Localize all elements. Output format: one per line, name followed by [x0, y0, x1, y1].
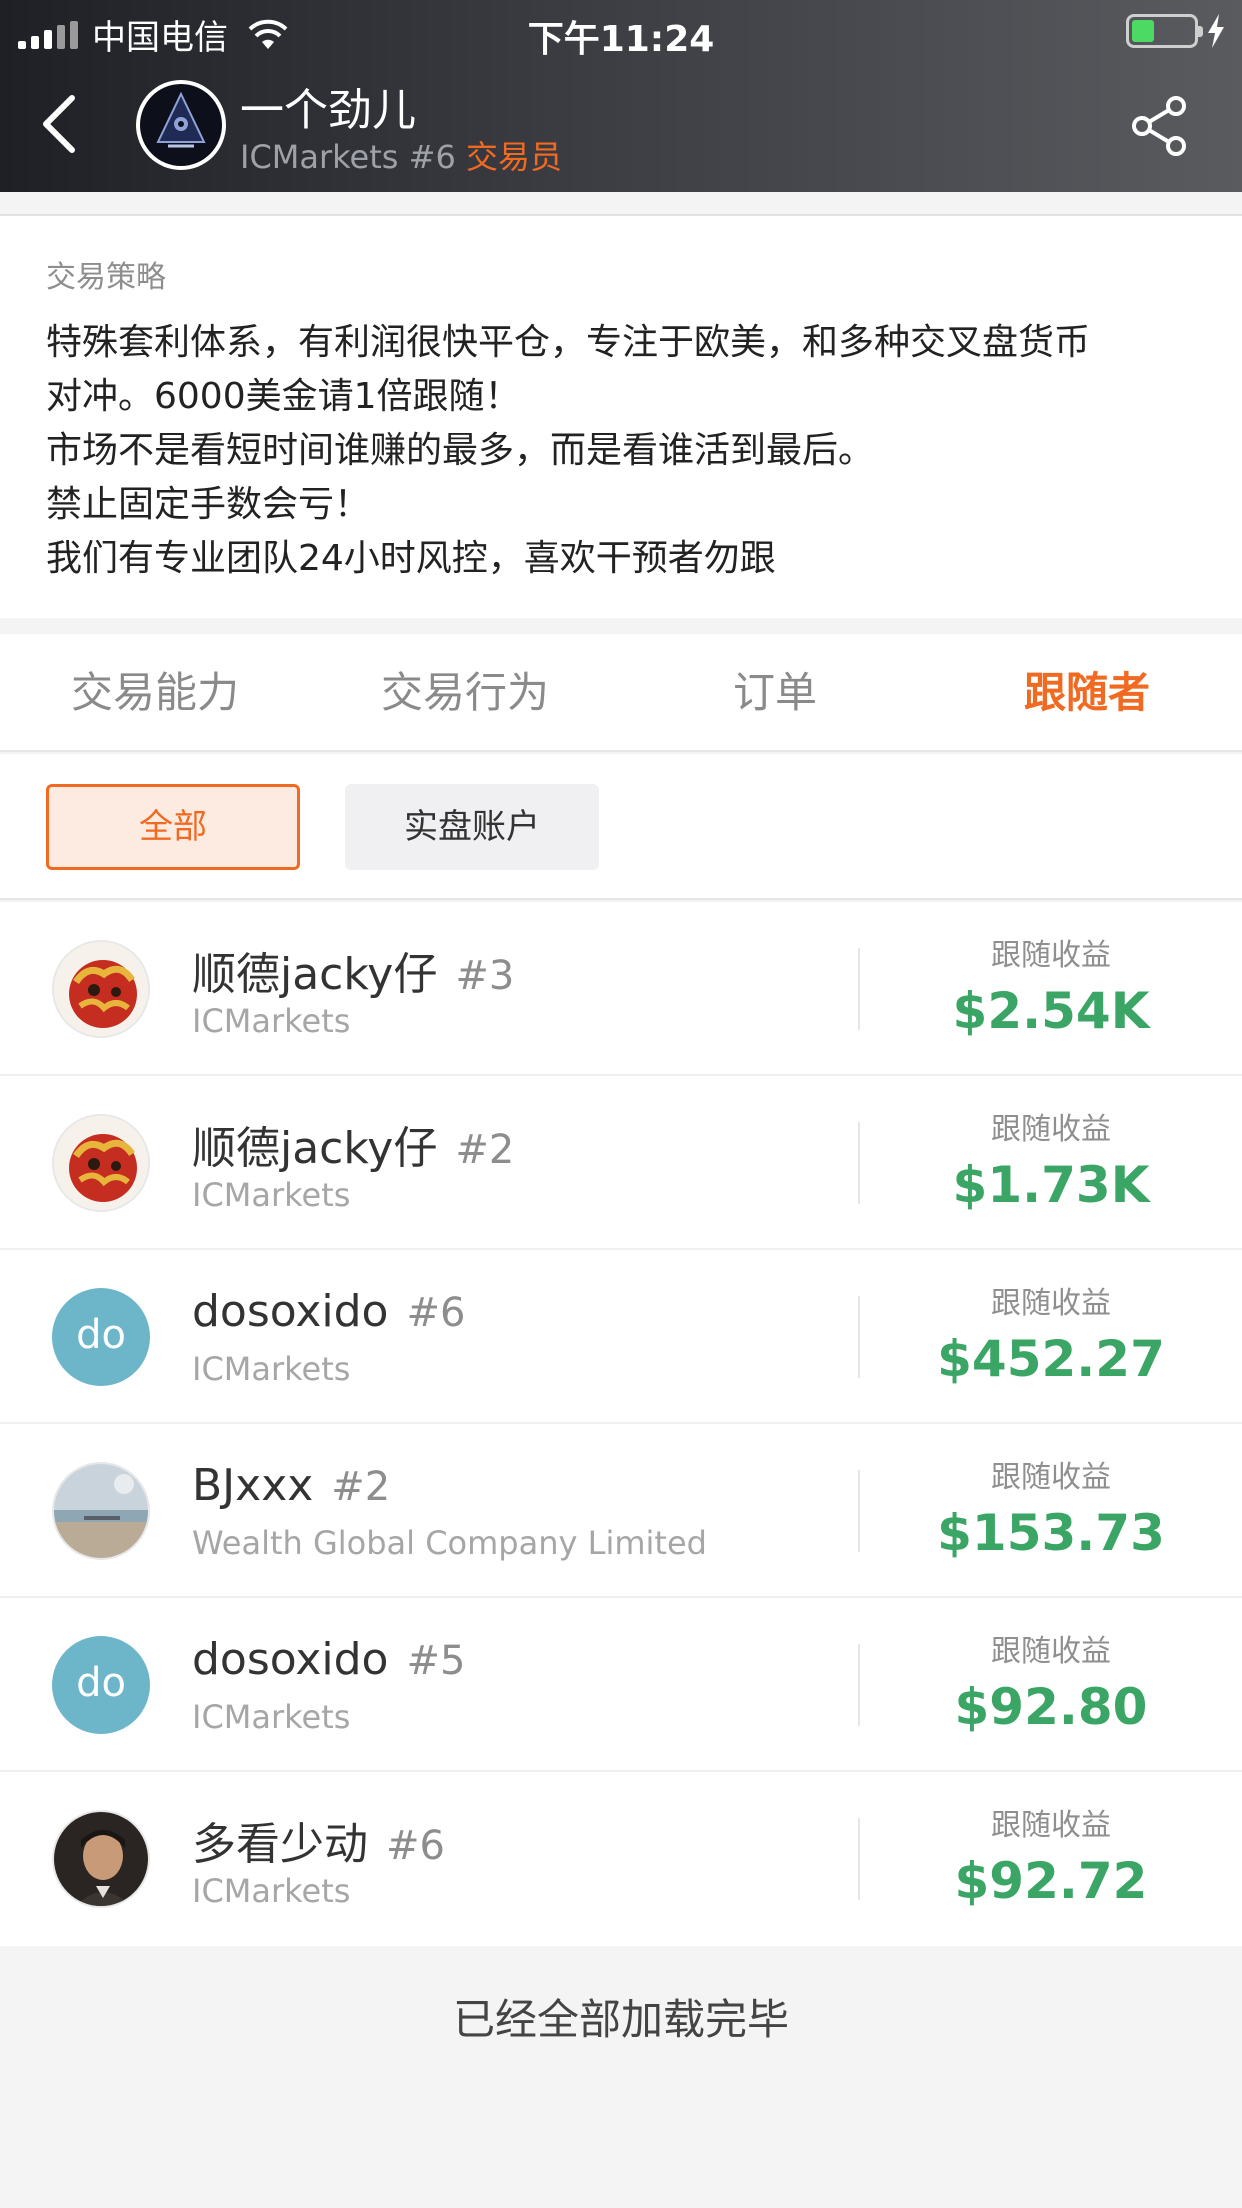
trader-broker: ICMarkets #6 — [240, 138, 456, 176]
strategy-label: 交易策略 — [46, 260, 166, 295]
status-bar: 中国电信 下午11:24 — [0, 0, 1242, 62]
strategy-line: 特殊套利体系，有利润很快平仓，专注于欧美，和多种交叉盘货币 — [46, 322, 1091, 363]
list-footer: 已经全部加载完毕 — [0, 1946, 1242, 2208]
follower-name-text: 顺德jacky仔 — [192, 1123, 438, 1174]
follower-broker: Wealth Global Company Limited — [192, 1524, 707, 1562]
charging-bolt-icon — [1208, 14, 1224, 48]
earnings-label: 跟随收益 — [991, 1286, 1111, 1321]
filter-all-button[interactable]: 全部 — [46, 784, 300, 870]
follower-avatar — [52, 1810, 150, 1908]
tab-trading-behavior[interactable]: 交易行为 — [310, 634, 620, 752]
follower-name-text: BJxxx — [192, 1460, 314, 1511]
top-header: 中国电信 下午11:24 一个劲儿 ICMarkets #6 交易员 — [0, 0, 1242, 192]
follower-name-text: dosoxido — [192, 1634, 389, 1685]
earnings-value: $92.72 — [954, 1852, 1148, 1910]
follower-name: dosoxido #5 — [192, 1634, 465, 1685]
follower-name: BJxxx #2 — [192, 1460, 390, 1511]
earnings-value: $153.73 — [937, 1504, 1165, 1562]
earnings-value: $2.54K — [952, 982, 1150, 1040]
trader-name: 一个劲儿 — [240, 85, 416, 136]
follower-row[interactable]: do dosoxido #5 ICMarkets 跟随收益 $92.80 — [0, 1598, 1242, 1772]
filter-bar: 全部 实盘账户 — [0, 754, 1242, 900]
trader-avatar[interactable] — [136, 80, 226, 170]
tab-trading-ability[interactable]: 交易能力 — [0, 634, 310, 752]
all-loaded-text: 已经全部加载完毕 — [452, 1995, 789, 2044]
follower-name: 顺德jacky仔 #2 — [192, 1112, 514, 1176]
earnings-label: 跟随收益 — [991, 1460, 1111, 1495]
follower-name-text: dosoxido — [192, 1286, 389, 1337]
tab-bar: 交易能力 交易行为 订单 跟随者 — [0, 634, 1242, 752]
follower-name-text: 顺德jacky仔 — [192, 949, 438, 1000]
earnings-value: $92.80 — [954, 1678, 1148, 1736]
earnings-label: 跟随收益 — [991, 1112, 1111, 1147]
battery-icon — [1126, 14, 1203, 48]
dragon-avatar-icon — [54, 942, 148, 1036]
tab-followers[interactable]: 跟随者 — [932, 634, 1242, 752]
strategy-line: 我们有专业团队24小时风控，喜欢干预者勿跟 — [46, 538, 776, 579]
back-arrow-icon[interactable] — [38, 92, 82, 156]
follower-list: 顺德jacky仔 #3 ICMarkets 跟随收益 $2.54K 顺德jacky… — [0, 902, 1242, 1946]
strategy-line: 市场不是看短时间谁赚的最多，而是看谁活到最后。 — [46, 430, 875, 471]
strategy-section: 交易策略 特殊套利体系，有利润很快平仓，专注于欧美，和多种交叉盘货币 对冲。60… — [0, 214, 1242, 618]
status-time: 下午11:24 — [527, 19, 715, 60]
follower-row[interactable]: 顺德jacky仔 #3 ICMarkets 跟随收益 $2.54K — [0, 902, 1242, 1076]
trader-logo-icon — [141, 85, 221, 165]
beach-photo-icon — [54, 1464, 148, 1558]
follower-row[interactable]: do dosoxido #6 ICMarkets 跟随收益 $452.27 — [0, 1250, 1242, 1424]
earnings-value: $452.27 — [937, 1330, 1165, 1388]
follower-row[interactable]: 多看少动 #6 ICMarkets 跟随收益 $92.72 — [0, 1772, 1242, 1946]
follower-account-number: #3 — [455, 953, 515, 999]
share-icon[interactable] — [1128, 94, 1192, 158]
tab-orders[interactable]: 订单 — [620, 634, 930, 752]
earnings-label: 跟随收益 — [991, 938, 1111, 973]
follower-name: 顺德jacky仔 #3 — [192, 938, 514, 1002]
follower-avatar — [52, 1114, 150, 1212]
follower-account-number: #6 — [386, 1823, 445, 1869]
earnings-value: $1.73K — [952, 1156, 1150, 1214]
follower-row[interactable]: BJxxx #2 Wealth Global Company Limited 跟随… — [0, 1424, 1242, 1598]
follower-name: 多看少动 #6 — [192, 1808, 445, 1872]
follower-account-number: #2 — [331, 1464, 391, 1510]
follower-name-text: 多看少动 — [192, 1819, 368, 1870]
follower-account-number: #6 — [406, 1290, 466, 1336]
follower-broker: ICMarkets — [192, 1002, 351, 1040]
portrait-photo-icon — [54, 1812, 148, 1906]
follower-avatar — [52, 1462, 150, 1560]
follower-name: dosoxido #6 — [192, 1286, 465, 1337]
strategy-line: 对冲。6000美金请1倍跟随！ — [46, 376, 521, 417]
trader-role: 交易员 — [465, 138, 562, 176]
follower-account-number: #5 — [406, 1638, 466, 1684]
follower-row[interactable]: 顺德jacky仔 #2 ICMarkets 跟随收益 $1.73K — [0, 1076, 1242, 1250]
trader-subtitle: ICMarkets #6 交易员 — [240, 132, 562, 178]
follower-avatar: do — [52, 1636, 150, 1734]
dragon-avatar-icon — [54, 1116, 148, 1210]
earnings-label: 跟随收益 — [991, 1634, 1111, 1669]
follower-broker: ICMarkets — [192, 1176, 351, 1214]
follower-avatar: do — [52, 1288, 150, 1386]
earnings-label: 跟随收益 — [991, 1808, 1111, 1843]
strategy-line: 禁止固定手数会亏！ — [46, 484, 371, 525]
filter-live-account-button[interactable]: 实盘账户 — [345, 784, 599, 870]
strategy-text: 特殊套利体系，有利润很快平仓，专注于欧美，和多种交叉盘货币 对冲。6000美金请… — [46, 316, 1206, 586]
follower-broker: ICMarkets — [192, 1350, 351, 1388]
follower-broker: ICMarkets — [192, 1872, 351, 1910]
follower-avatar — [52, 940, 150, 1038]
follower-account-number: #2 — [455, 1127, 515, 1173]
follower-broker: ICMarkets — [192, 1698, 351, 1736]
